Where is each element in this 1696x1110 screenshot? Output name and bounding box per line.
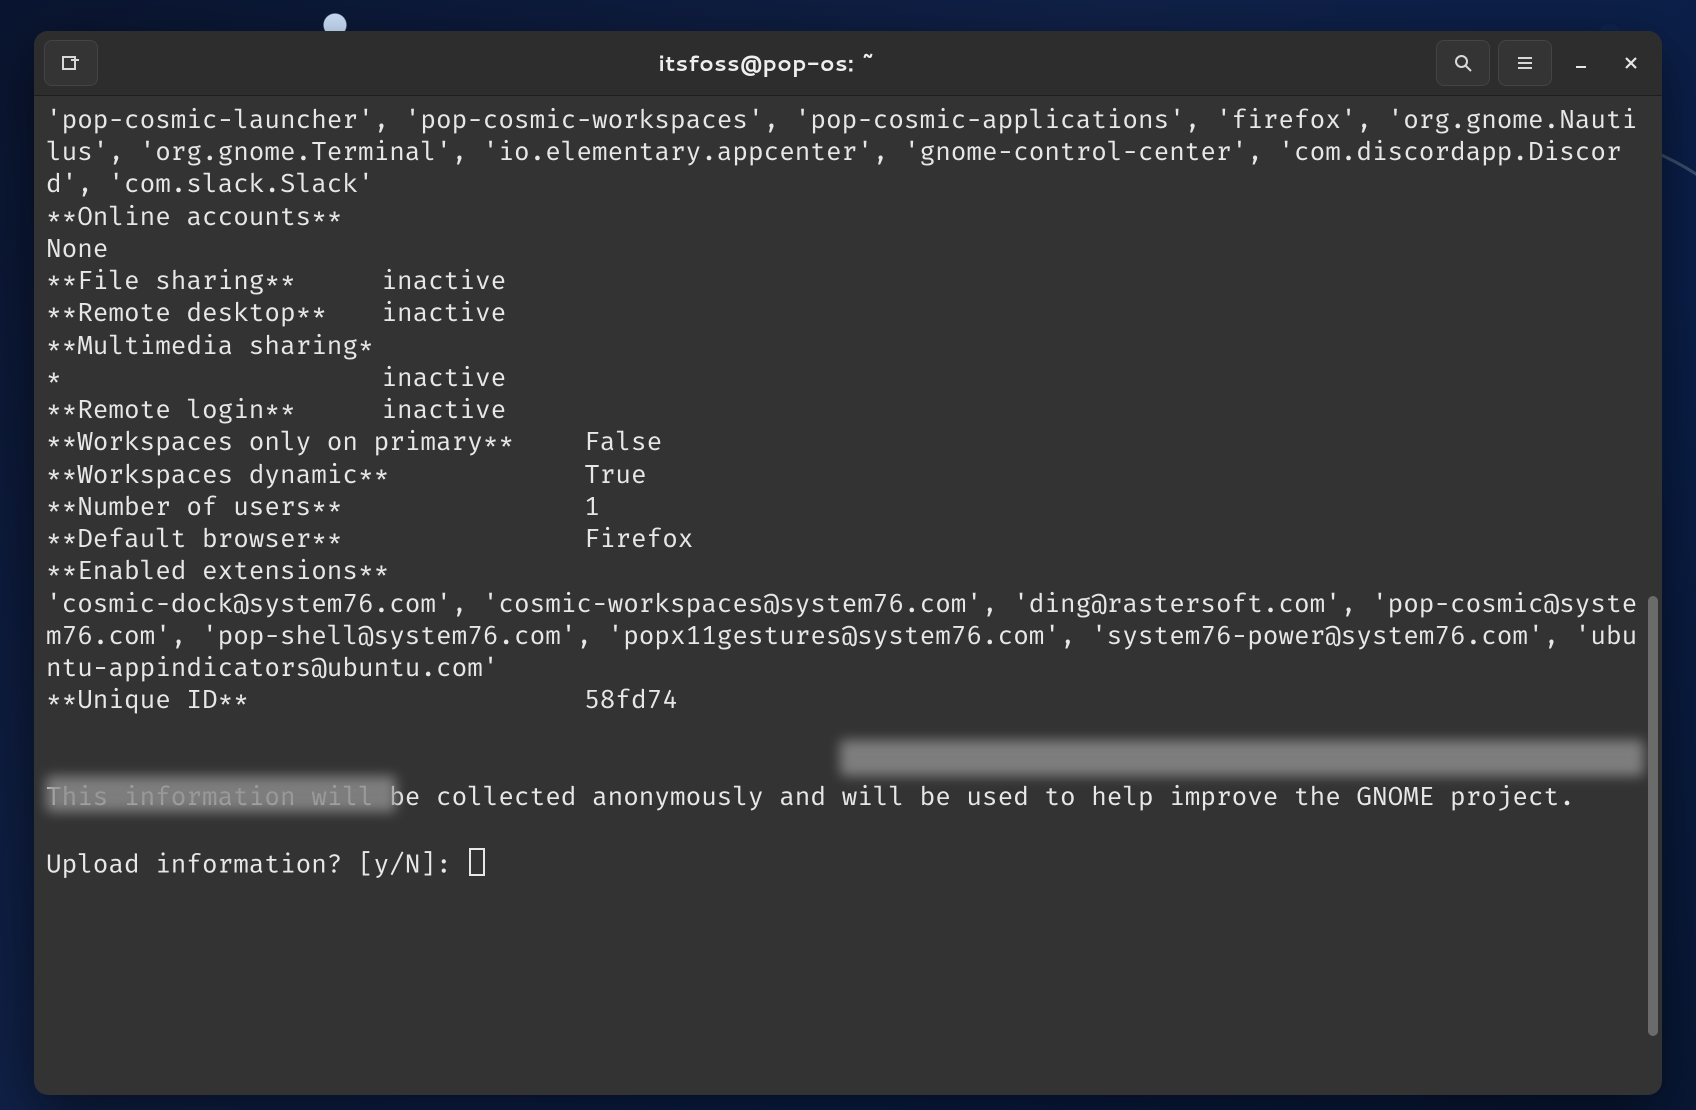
num-users-value: 1: [584, 491, 600, 522]
text-cursor: [469, 848, 485, 875]
menu-button[interactable]: [1498, 40, 1552, 86]
remote-desktop-label: **Remote desktop**: [46, 297, 381, 329]
minimize-icon: [1573, 55, 1589, 71]
remote-login-label: **Remote login**: [46, 394, 381, 426]
window-title: itsfoss@pop-os: ~: [106, 48, 1428, 79]
search-button[interactable]: [1436, 40, 1490, 86]
workspaces-primary-label: **Workspaces only on primary**: [46, 426, 584, 458]
terminal-window: itsfoss@pop-os: ~: [34, 31, 1662, 1095]
minimize-button[interactable]: [1560, 41, 1602, 85]
close-button[interactable]: [1610, 41, 1652, 85]
upload-prompt: Upload information? [y/N]:: [46, 849, 467, 880]
disclaimer-text: This information will be collected anony…: [46, 781, 1575, 812]
default-browser-value: Firefox: [584, 523, 693, 554]
multimedia-sharing-label: **Multimedia sharing**: [46, 330, 381, 394]
remote-login-value: inactive: [381, 394, 506, 425]
online-accounts-label: **Online accounts**: [46, 201, 342, 232]
multimedia-sharing-value: inactive: [381, 362, 506, 393]
titlebar-right-group: [1436, 40, 1652, 86]
enabled-extensions-value: 'cosmic-dock@system76.com', 'cosmic-work…: [46, 588, 1637, 683]
hamburger-icon: [1515, 53, 1535, 73]
workspaces-dynamic-label: **Workspaces dynamic**: [46, 459, 584, 491]
search-icon: [1453, 53, 1473, 73]
enabled-extensions-label: **Enabled extensions**: [46, 555, 389, 586]
num-users-label: **Number of users**: [46, 491, 584, 523]
unique-id-label: **Unique ID**: [46, 684, 584, 716]
online-accounts-value: None: [46, 233, 108, 264]
new-tab-icon: [61, 53, 81, 73]
close-icon: [1623, 55, 1639, 71]
default-browser-label: **Default browser**: [46, 523, 584, 555]
workspaces-primary-value: False: [584, 426, 662, 457]
terminal-body-wrapper: 'pop-cosmic-launcher', 'pop-cosmic-works…: [34, 96, 1662, 1095]
favorite-apps-list: 'pop-cosmic-launcher', 'pop-cosmic-works…: [46, 104, 1637, 199]
window-titlebar: itsfoss@pop-os: ~: [34, 31, 1662, 96]
remote-desktop-value: inactive: [381, 297, 506, 328]
terminal-output[interactable]: 'pop-cosmic-launcher', 'pop-cosmic-works…: [34, 96, 1662, 1095]
file-sharing-value: inactive: [381, 265, 506, 296]
file-sharing-label: **File sharing**: [46, 265, 381, 297]
unique-id-value: 58fd74: [584, 684, 678, 715]
workspaces-dynamic-value: True: [584, 459, 646, 490]
new-tab-button[interactable]: [44, 40, 98, 86]
